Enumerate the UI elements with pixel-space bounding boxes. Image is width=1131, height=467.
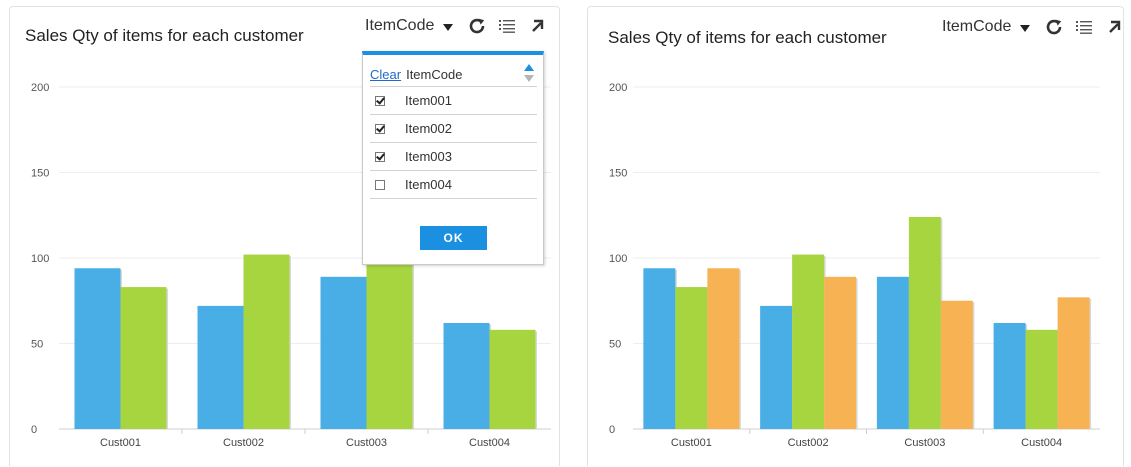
bar-chart: 0 50 100 150 200 Cust001 Cust002 Cust003 Cust004 xyxy=(609,82,1100,449)
filter-option-label: Item001 xyxy=(405,93,452,108)
x-category-label: Cust004 xyxy=(1021,437,1062,449)
bar xyxy=(792,254,825,429)
checkbox[interactable] xyxy=(375,95,385,106)
bar xyxy=(643,268,676,429)
bar xyxy=(320,276,367,429)
clear-link[interactable]: Clear xyxy=(370,67,401,82)
bar xyxy=(443,322,490,429)
itemcode-filter-popup: Clear ItemCode Item001 Item002 Item003 I… xyxy=(362,51,544,265)
bar xyxy=(675,287,708,429)
bar xyxy=(489,329,536,429)
filter-option-item004[interactable]: Item004 xyxy=(370,170,537,199)
bar xyxy=(1025,329,1058,429)
filter-option-label: Item003 xyxy=(405,149,452,164)
y-tick-label: 0 xyxy=(31,424,37,436)
filter-option-item001[interactable]: Item001 xyxy=(370,86,537,114)
bar xyxy=(74,268,121,429)
y-tick-label: 200 xyxy=(31,82,49,94)
x-category-label: Cust001 xyxy=(671,437,712,449)
bar xyxy=(120,287,167,429)
filter-option-item002[interactable]: Item002 xyxy=(370,114,537,142)
filter-option-label: Item004 xyxy=(405,177,452,192)
ok-button[interactable]: OK xyxy=(420,226,487,250)
checkbox[interactable] xyxy=(375,123,385,134)
y-tick-label: 200 xyxy=(609,82,627,94)
chart-panel-1: Sales Qty of items for each customer Ite… xyxy=(9,6,560,466)
x-category-label: Cust002 xyxy=(223,437,264,449)
x-category-label: Cust003 xyxy=(904,437,945,449)
y-tick-label: 0 xyxy=(609,424,615,436)
bar xyxy=(243,254,290,429)
bar xyxy=(940,300,973,429)
bar xyxy=(824,276,857,429)
popup-item-list: Item001 Item002 Item003 Item004 xyxy=(370,86,537,199)
bar xyxy=(1057,297,1090,429)
bar xyxy=(760,305,793,429)
y-tick-label: 50 xyxy=(31,339,43,351)
bar xyxy=(197,305,244,429)
y-tick-label: 100 xyxy=(609,253,627,265)
y-tick-label: 150 xyxy=(609,168,627,180)
chart-panel-2: Sales Qty of items for each customer Ite… xyxy=(587,6,1124,466)
bar xyxy=(876,276,909,429)
sort-icon[interactable] xyxy=(523,63,535,83)
popup-header: Clear ItemCode xyxy=(370,64,537,84)
bar xyxy=(993,322,1026,429)
bar xyxy=(707,268,740,429)
y-tick-label: 50 xyxy=(609,339,621,351)
x-category-label: Cust001 xyxy=(100,437,141,449)
x-category-label: Cust002 xyxy=(788,437,829,449)
bar xyxy=(908,216,941,429)
x-category-label: Cust004 xyxy=(469,437,510,449)
x-category-label: Cust003 xyxy=(346,437,387,449)
popup-header-label: ItemCode xyxy=(406,66,463,82)
filter-option-item003[interactable]: Item003 xyxy=(370,142,537,170)
checkbox[interactable] xyxy=(375,151,385,162)
filter-option-label: Item002 xyxy=(405,121,452,136)
checkbox[interactable] xyxy=(375,179,385,190)
y-tick-label: 100 xyxy=(31,253,49,265)
y-tick-label: 150 xyxy=(31,168,49,180)
